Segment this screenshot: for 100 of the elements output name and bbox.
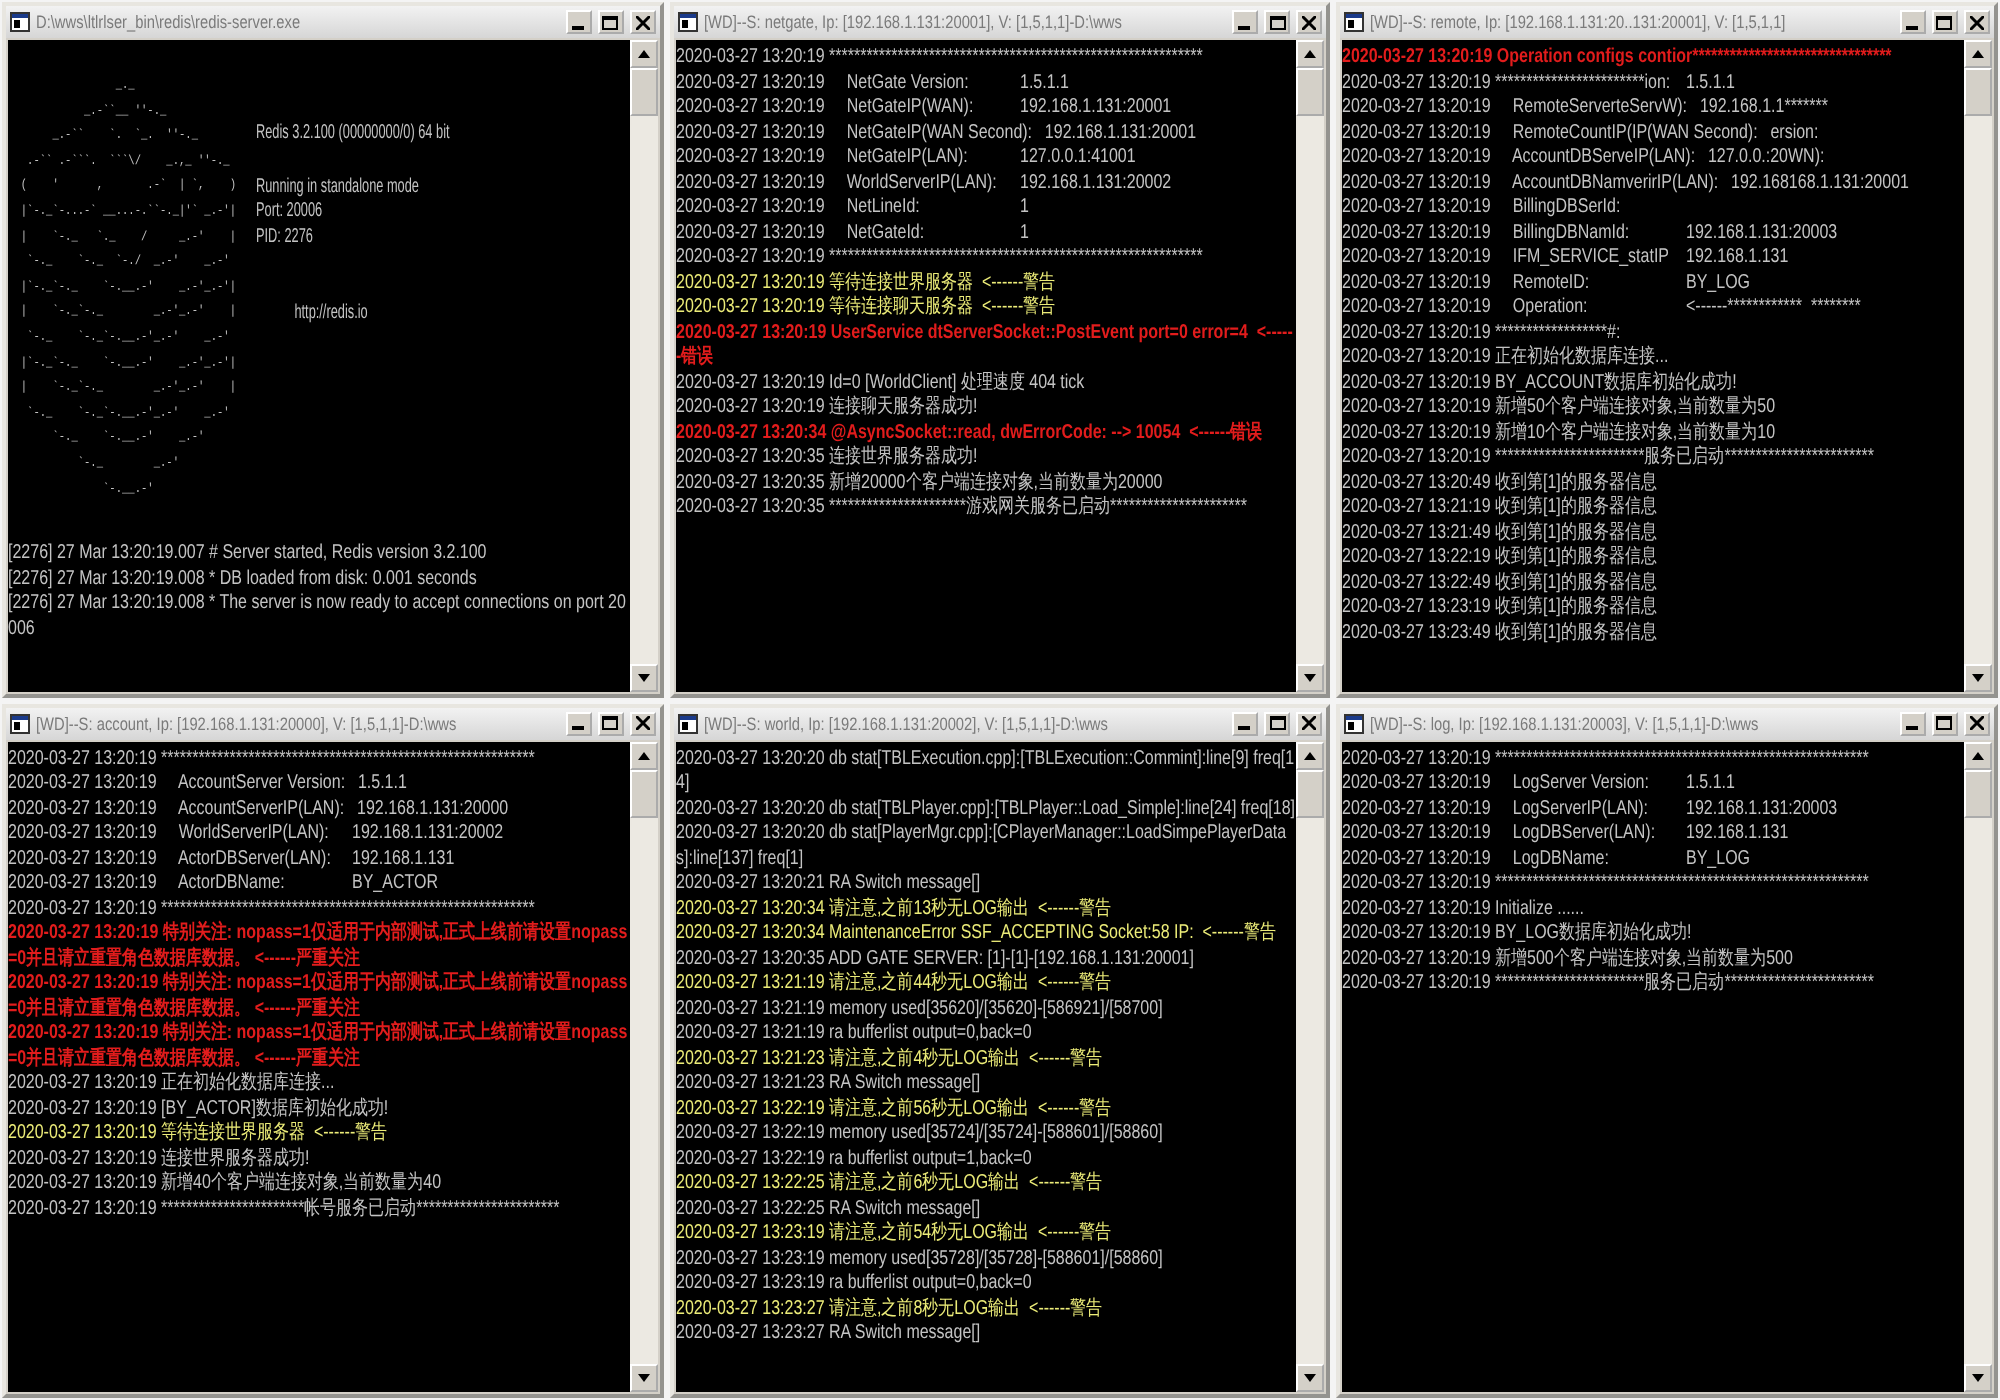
log-line: 2020-03-27 13:20:19 ************************ion: — [1342, 71, 1673, 96]
console-icon — [677, 713, 698, 733]
log-line: 2020-03-27 13:20:19 BY_LOG数据库初始化成功! — [1342, 922, 1695, 947]
scrollbar-thumb[interactable] — [1296, 68, 1325, 116]
scrollbar[interactable] — [629, 40, 658, 691]
window-title: [WD]--S: netgate, Ip: [192.168.1.131:20001], V: [1,5,1,1]-D:\wws — [703, 12, 1124, 32]
log-value: BY_LOG — [1686, 271, 1751, 296]
log-line: 2020-03-27 13:20:19 连接世界服务器成功! — [8, 1147, 312, 1171]
scrollbar-thumb[interactable] — [629, 68, 658, 116]
log-line: 2020-03-27 13:20:19 连接聊天服务器成功! — [675, 396, 979, 421]
close-icon — [635, 15, 650, 29]
log-line: 2020-03-27 13:20:19 [BY_ACTOR]数据库初始化成功! — [8, 1097, 391, 1121]
scroll-down-button[interactable] — [1963, 663, 1992, 691]
log-line: 2020-03-27 13:20:19 Operation configs contior******************************** — [1342, 46, 1895, 71]
log-line: 2020-03-27 13:20:19 WorldServerIP(LAN): — [8, 822, 331, 847]
scroll-down-button[interactable] — [1296, 663, 1325, 691]
scrollbar-thumb[interactable] — [1296, 769, 1325, 817]
scrollbar-thumb[interactable] — [1963, 769, 1992, 817]
log-value: 127.0.0.:20WN): — [1708, 146, 1826, 171]
minimize-button[interactable] — [565, 10, 592, 34]
scroll-up-button[interactable] — [1963, 741, 1992, 769]
scrollbar[interactable] — [629, 741, 658, 1392]
log-line: 2020-03-27 13:21:19 ra bufferlist output=0,back=0 — [675, 1022, 1033, 1047]
scroll-down-button[interactable] — [629, 663, 658, 691]
maximize-button[interactable] — [597, 711, 624, 735]
scroll-down-button[interactable] — [1296, 1364, 1325, 1392]
scrollbar-thumb[interactable] — [1963, 68, 1992, 116]
log-value: 1 — [1019, 196, 1029, 221]
log-value: 192.168168.1.131:20001 — [1731, 171, 1910, 196]
log-line: 2020-03-27 13:20:19 Id=0 [WorldClient] 处理速度 404 tick — [675, 371, 1086, 395]
console-icon — [10, 713, 30, 733]
up-arrow-icon — [637, 50, 650, 58]
log-value: 192.168.1.131:20003 — [1686, 221, 1838, 246]
scrollbar[interactable] — [1296, 741, 1325, 1392]
scroll-down-button[interactable] — [629, 1364, 658, 1392]
info-text: Port: 20006 — [255, 200, 324, 225]
close-button[interactable] — [1296, 711, 1323, 735]
scroll-up-button[interactable] — [629, 741, 658, 769]
log-line: 2020-03-27 13:20:49 收到第[1]的服务器信息 — [1342, 471, 1660, 496]
scroll-down-button[interactable] — [1963, 1364, 1992, 1392]
close-button[interactable] — [629, 10, 656, 34]
log-line: 2020-03-27 13:20:19 UserService dtServerSocket::PostEvent port=0 error=4 <------错误 — [675, 321, 1295, 371]
maximize-icon — [602, 15, 619, 29]
scroll-up-button[interactable] — [1296, 40, 1325, 68]
maximize-button[interactable] — [1931, 711, 1958, 735]
log-line: 2020-03-27 13:20:21 RA Switch message[] — [675, 872, 982, 897]
log-value: <------************ ******** — [1686, 296, 1862, 321]
scroll-up-button[interactable] — [1963, 40, 1992, 68]
close-button[interactable] — [1296, 10, 1323, 34]
log-line: 2020-03-27 13:20:19 AccountDBNamverirIP(LAN): — [1342, 171, 1721, 196]
maximize-button[interactable] — [1264, 711, 1291, 735]
log-line: 2020-03-27 13:20:35 连接世界服务器成功! — [675, 446, 979, 471]
log-line: 2020-03-27 13:20:34 请注意,之前13秒无LOG输出 <------警告 — [675, 897, 1113, 922]
log-line: 2020-03-27 13:20:19 NetGateIP(LAN): — [675, 146, 970, 171]
maximize-icon — [1269, 15, 1286, 29]
log-line: 2020-03-27 13:23:19 请注意,之前54秒无LOG输出 <------警告 — [675, 1222, 1113, 1247]
down-arrow-icon — [637, 673, 650, 681]
log-line: 2020-03-27 13:21:23 RA Switch message[] — [675, 1072, 982, 1097]
minimize-button[interactable] — [1232, 10, 1259, 34]
scrollbar-thumb[interactable] — [629, 769, 658, 817]
log-line: 2020-03-27 13:22:19 请注意,之前56秒无LOG输出 <------警告 — [675, 1097, 1113, 1122]
log-value: 1.5.1.1 — [1686, 772, 1736, 797]
log-line: 2020-03-27 13:20:19 ******************#: — [1342, 321, 1624, 345]
log-line: 2020-03-27 13:23:19 ra bufferlist output=0,back=0 — [675, 1272, 1033, 1297]
log-line: 2020-03-27 13:20:19 RemoteCountIP(IP(WAN Second): — [1342, 121, 1761, 146]
log-line: 2020-03-27 13:21:49 收到第[1]的服务器信息 — [1342, 521, 1660, 546]
scrollbar[interactable] — [1963, 741, 1992, 1392]
maximize-button[interactable] — [1264, 10, 1291, 34]
log-line: 2020-03-27 13:20:19 ************************************************************ — [1342, 747, 1872, 772]
close-button[interactable] — [1963, 10, 1990, 34]
log-line: 2020-03-27 13:20:20 db stat[TBLExecution.cpp]:[TBLExecution::Commint]:line[9] freq[14] — [675, 747, 1296, 797]
close-button[interactable] — [1963, 711, 1990, 735]
down-arrow-icon — [1971, 673, 1984, 681]
down-arrow-icon — [1971, 1374, 1984, 1382]
minimize-button[interactable] — [565, 711, 592, 735]
log-line: 2020-03-27 13:20:19 等待连接世界服务器 <------警告 — [8, 1122, 390, 1147]
log-line: 2020-03-27 13:22:19 memory used[35724]/[35724]-[588601]/[58860] — [675, 1122, 1164, 1147]
scroll-up-button[interactable] — [629, 40, 658, 68]
close-button[interactable] — [629, 711, 656, 735]
log-line: 2020-03-27 13:20:19 RemoteID: — [1342, 271, 1592, 296]
log-value: 192.168.1.131:20002 — [1019, 171, 1171, 196]
log-value: 192.168.1.1******* — [1700, 96, 1829, 121]
log-value: 192.168.1.131 — [1686, 246, 1789, 271]
maximize-button[interactable] — [597, 10, 624, 34]
log-line: 2020-03-27 13:20:19 ************************************************************ — [675, 46, 1205, 71]
maximize-button[interactable] — [1931, 10, 1958, 34]
minimize-button[interactable] — [1899, 10, 1926, 34]
log-value: 192.168.1.131:20003 — [1686, 797, 1838, 822]
log-line: 2020-03-27 13:20:19 AccountDBServeIP(LAN): — [1342, 146, 1698, 171]
log-line: 2020-03-27 13:20:20 db stat[TBLPlayer.cpp]:[TBLPlayer::Load_Simple]:line[24] freq[18] — [675, 797, 1297, 822]
log-line: 2020-03-27 13:20:19 ************************************************************ — [1342, 872, 1872, 897]
log-line: 2020-03-27 13:20:19 ************************************************************ — [675, 246, 1205, 271]
log-line: 2020-03-27 13:20:19 新增500个客户端连接对象,当前数量为500 — [1342, 947, 1796, 971]
minimize-button[interactable] — [1899, 711, 1926, 735]
scrollbar[interactable] — [1963, 40, 1992, 691]
maximize-icon — [1936, 15, 1953, 29]
scrollbar[interactable] — [1296, 40, 1325, 691]
scroll-up-button[interactable] — [1296, 741, 1325, 769]
minimize-button[interactable] — [1232, 711, 1259, 735]
maximize-icon — [1269, 716, 1286, 730]
